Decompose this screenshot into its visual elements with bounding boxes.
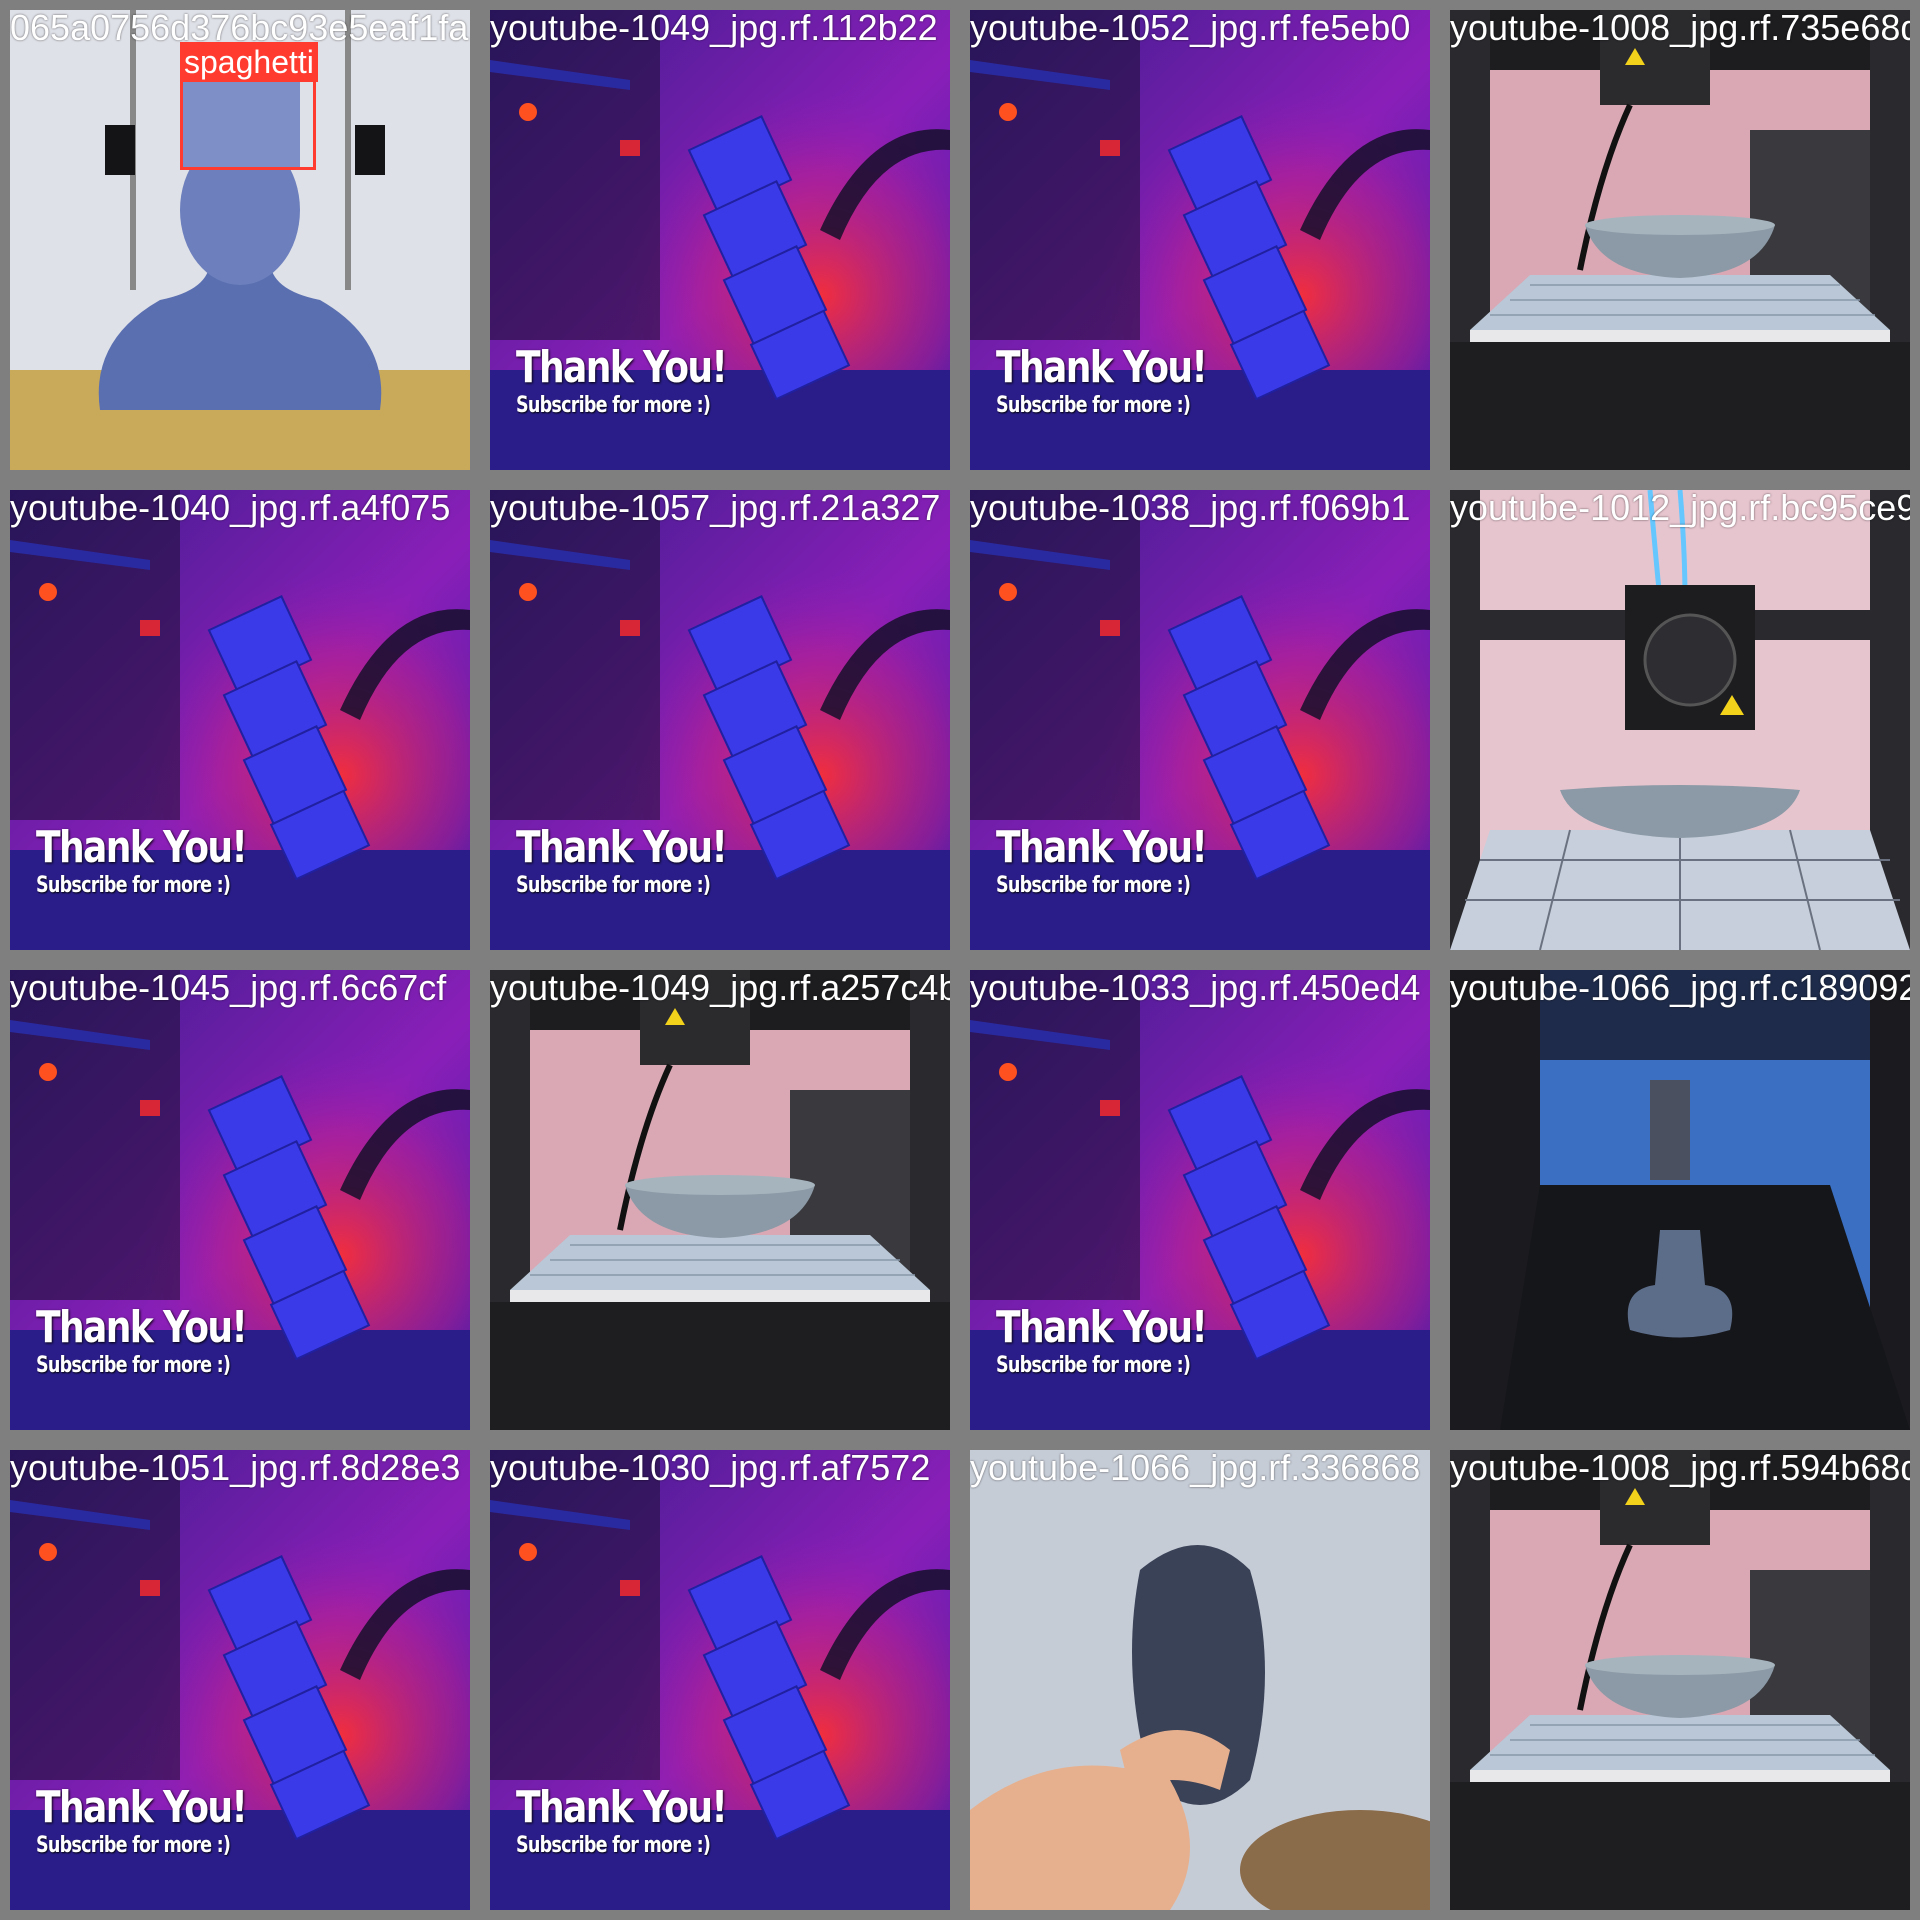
- grid-tile: youtube-1066_jpg.rf.c1890922: [1440, 960, 1920, 1440]
- subscribe-text: Subscribe for more :): [36, 1353, 231, 1378]
- tile-filename: youtube-1049_jpg.rf.a257c4b: [490, 967, 959, 1008]
- tile-filename: youtube-1052_jpg.rf.fe5eb0: [970, 7, 1411, 48]
- grid-tile: Thank You! Subscribe for more :) youtube-1…: [960, 480, 1440, 960]
- grid-tile: Thank You! Subscribe for more :) youtube-1…: [960, 960, 1440, 1440]
- grid-tile: Thank You! Subscribe for more :) youtube-1…: [0, 960, 480, 1440]
- tile-filename: youtube-1008_jpg.rf.594b68d: [1450, 1447, 1920, 1488]
- subscribe-text: Subscribe for more :): [516, 393, 711, 418]
- grid-tile: Thank You! Subscribe for more :) youtube-1…: [480, 480, 960, 960]
- scene-hand-model: [970, 1450, 1430, 1910]
- grid-tile: Thank You! Subscribe for more :) youtube-1…: [480, 0, 960, 480]
- scene-printer-bowl: [1450, 10, 1910, 470]
- thank-you-text: Thank You!: [996, 342, 1208, 393]
- grid-tile: Thank You! Subscribe for more :) youtube-1…: [0, 1440, 480, 1920]
- scene-printer-bowl: [1450, 1450, 1910, 1910]
- thank-you-text: Thank You!: [36, 1302, 248, 1353]
- tile-filename: youtube-1049_jpg.rf.112b22: [490, 7, 938, 48]
- thank-you-text: Thank You!: [996, 1302, 1208, 1353]
- grid-tile: Thank You! Subscribe for more :) youtube-1…: [0, 480, 480, 960]
- thank-you-overlay: Thank You! Subscribe for more :): [36, 1302, 292, 1378]
- grid-tile: youtube-1012_jpg.rf.bc95ce9e: [1440, 480, 1920, 960]
- tile-filename: youtube-1030_jpg.rf.af7572: [490, 1447, 931, 1488]
- tile-filename: 065a0756d376bc93e5eaf1fa: [10, 7, 469, 48]
- scene-printer-bed: [1450, 970, 1910, 1430]
- grid-tile: spaghetti 065a0756d376bc93e5eaf1fa: [0, 0, 480, 480]
- scene-printer-bowl: [490, 970, 950, 1430]
- tile-filename: youtube-1038_jpg.rf.f069b1: [970, 487, 1411, 528]
- tile-filename: youtube-1008_jpg.rf.735e68d: [1450, 7, 1920, 48]
- tile-filename: youtube-1012_jpg.rf.bc95ce9e: [1450, 487, 1920, 528]
- tile-filename: youtube-1066_jpg.rf.336868: [970, 1447, 1421, 1488]
- thank-you-overlay: Thank You! Subscribe for more :): [996, 822, 1252, 898]
- tile-filename: youtube-1040_jpg.rf.a4f075: [10, 487, 451, 528]
- thank-you-text: Thank You!: [36, 1782, 248, 1833]
- tile-filename: youtube-1033_jpg.rf.450ed4: [970, 967, 1421, 1008]
- grid-tile: youtube-1008_jpg.rf.594b68d: [1440, 1440, 1920, 1920]
- tile-filename: youtube-1057_jpg.rf.21a327: [490, 487, 941, 528]
- subscribe-text: Subscribe for more :): [516, 1833, 711, 1858]
- thank-you-overlay: Thank You! Subscribe for more :): [516, 342, 772, 418]
- grid-tile: youtube-1008_jpg.rf.735e68d: [1440, 0, 1920, 480]
- grid-tile: youtube-1049_jpg.rf.a257c4b: [480, 960, 960, 1440]
- thank-you-text: Thank You!: [36, 822, 248, 873]
- thank-you-overlay: Thank You! Subscribe for more :): [516, 822, 772, 898]
- thank-you-overlay: Thank You! Subscribe for more :): [996, 342, 1252, 418]
- subscribe-text: Subscribe for more :): [996, 1353, 1191, 1378]
- detection-label: spaghetti: [180, 42, 318, 82]
- tile-filename: youtube-1051_jpg.rf.8d28e3: [10, 1447, 461, 1488]
- thank-you-text: Thank You!: [516, 822, 728, 873]
- subscribe-text: Subscribe for more :): [996, 873, 1191, 898]
- tile-filename: youtube-1045_jpg.rf.6c67cf: [10, 967, 447, 1008]
- thank-you-text: Thank You!: [516, 342, 728, 393]
- thank-you-overlay: Thank You! Subscribe for more :): [36, 822, 292, 898]
- subscribe-text: Subscribe for more :): [36, 873, 231, 898]
- subscribe-text: Subscribe for more :): [36, 1833, 231, 1858]
- thank-you-overlay: Thank You! Subscribe for more :): [516, 1782, 772, 1858]
- image-grid: spaghetti 065a0756d376bc93e5eaf1fa Thank…: [0, 0, 1920, 1920]
- subscribe-text: Subscribe for more :): [516, 873, 711, 898]
- thank-you-text: Thank You!: [516, 1782, 728, 1833]
- grid-tile: Thank You! Subscribe for more :) youtube-1…: [480, 1440, 960, 1920]
- thank-you-text: Thank You!: [996, 822, 1208, 873]
- subscribe-text: Subscribe for more :): [996, 393, 1191, 418]
- tile-filename: youtube-1066_jpg.rf.c1890922: [1450, 967, 1920, 1008]
- grid-tile: Thank You! Subscribe for more :) youtube-1…: [960, 0, 1440, 480]
- thank-you-overlay: Thank You! Subscribe for more :): [36, 1782, 292, 1858]
- thank-you-overlay: Thank You! Subscribe for more :): [996, 1302, 1252, 1378]
- scene-printer-hotend: [1450, 490, 1910, 950]
- grid-tile: youtube-1066_jpg.rf.336868: [960, 1440, 1440, 1920]
